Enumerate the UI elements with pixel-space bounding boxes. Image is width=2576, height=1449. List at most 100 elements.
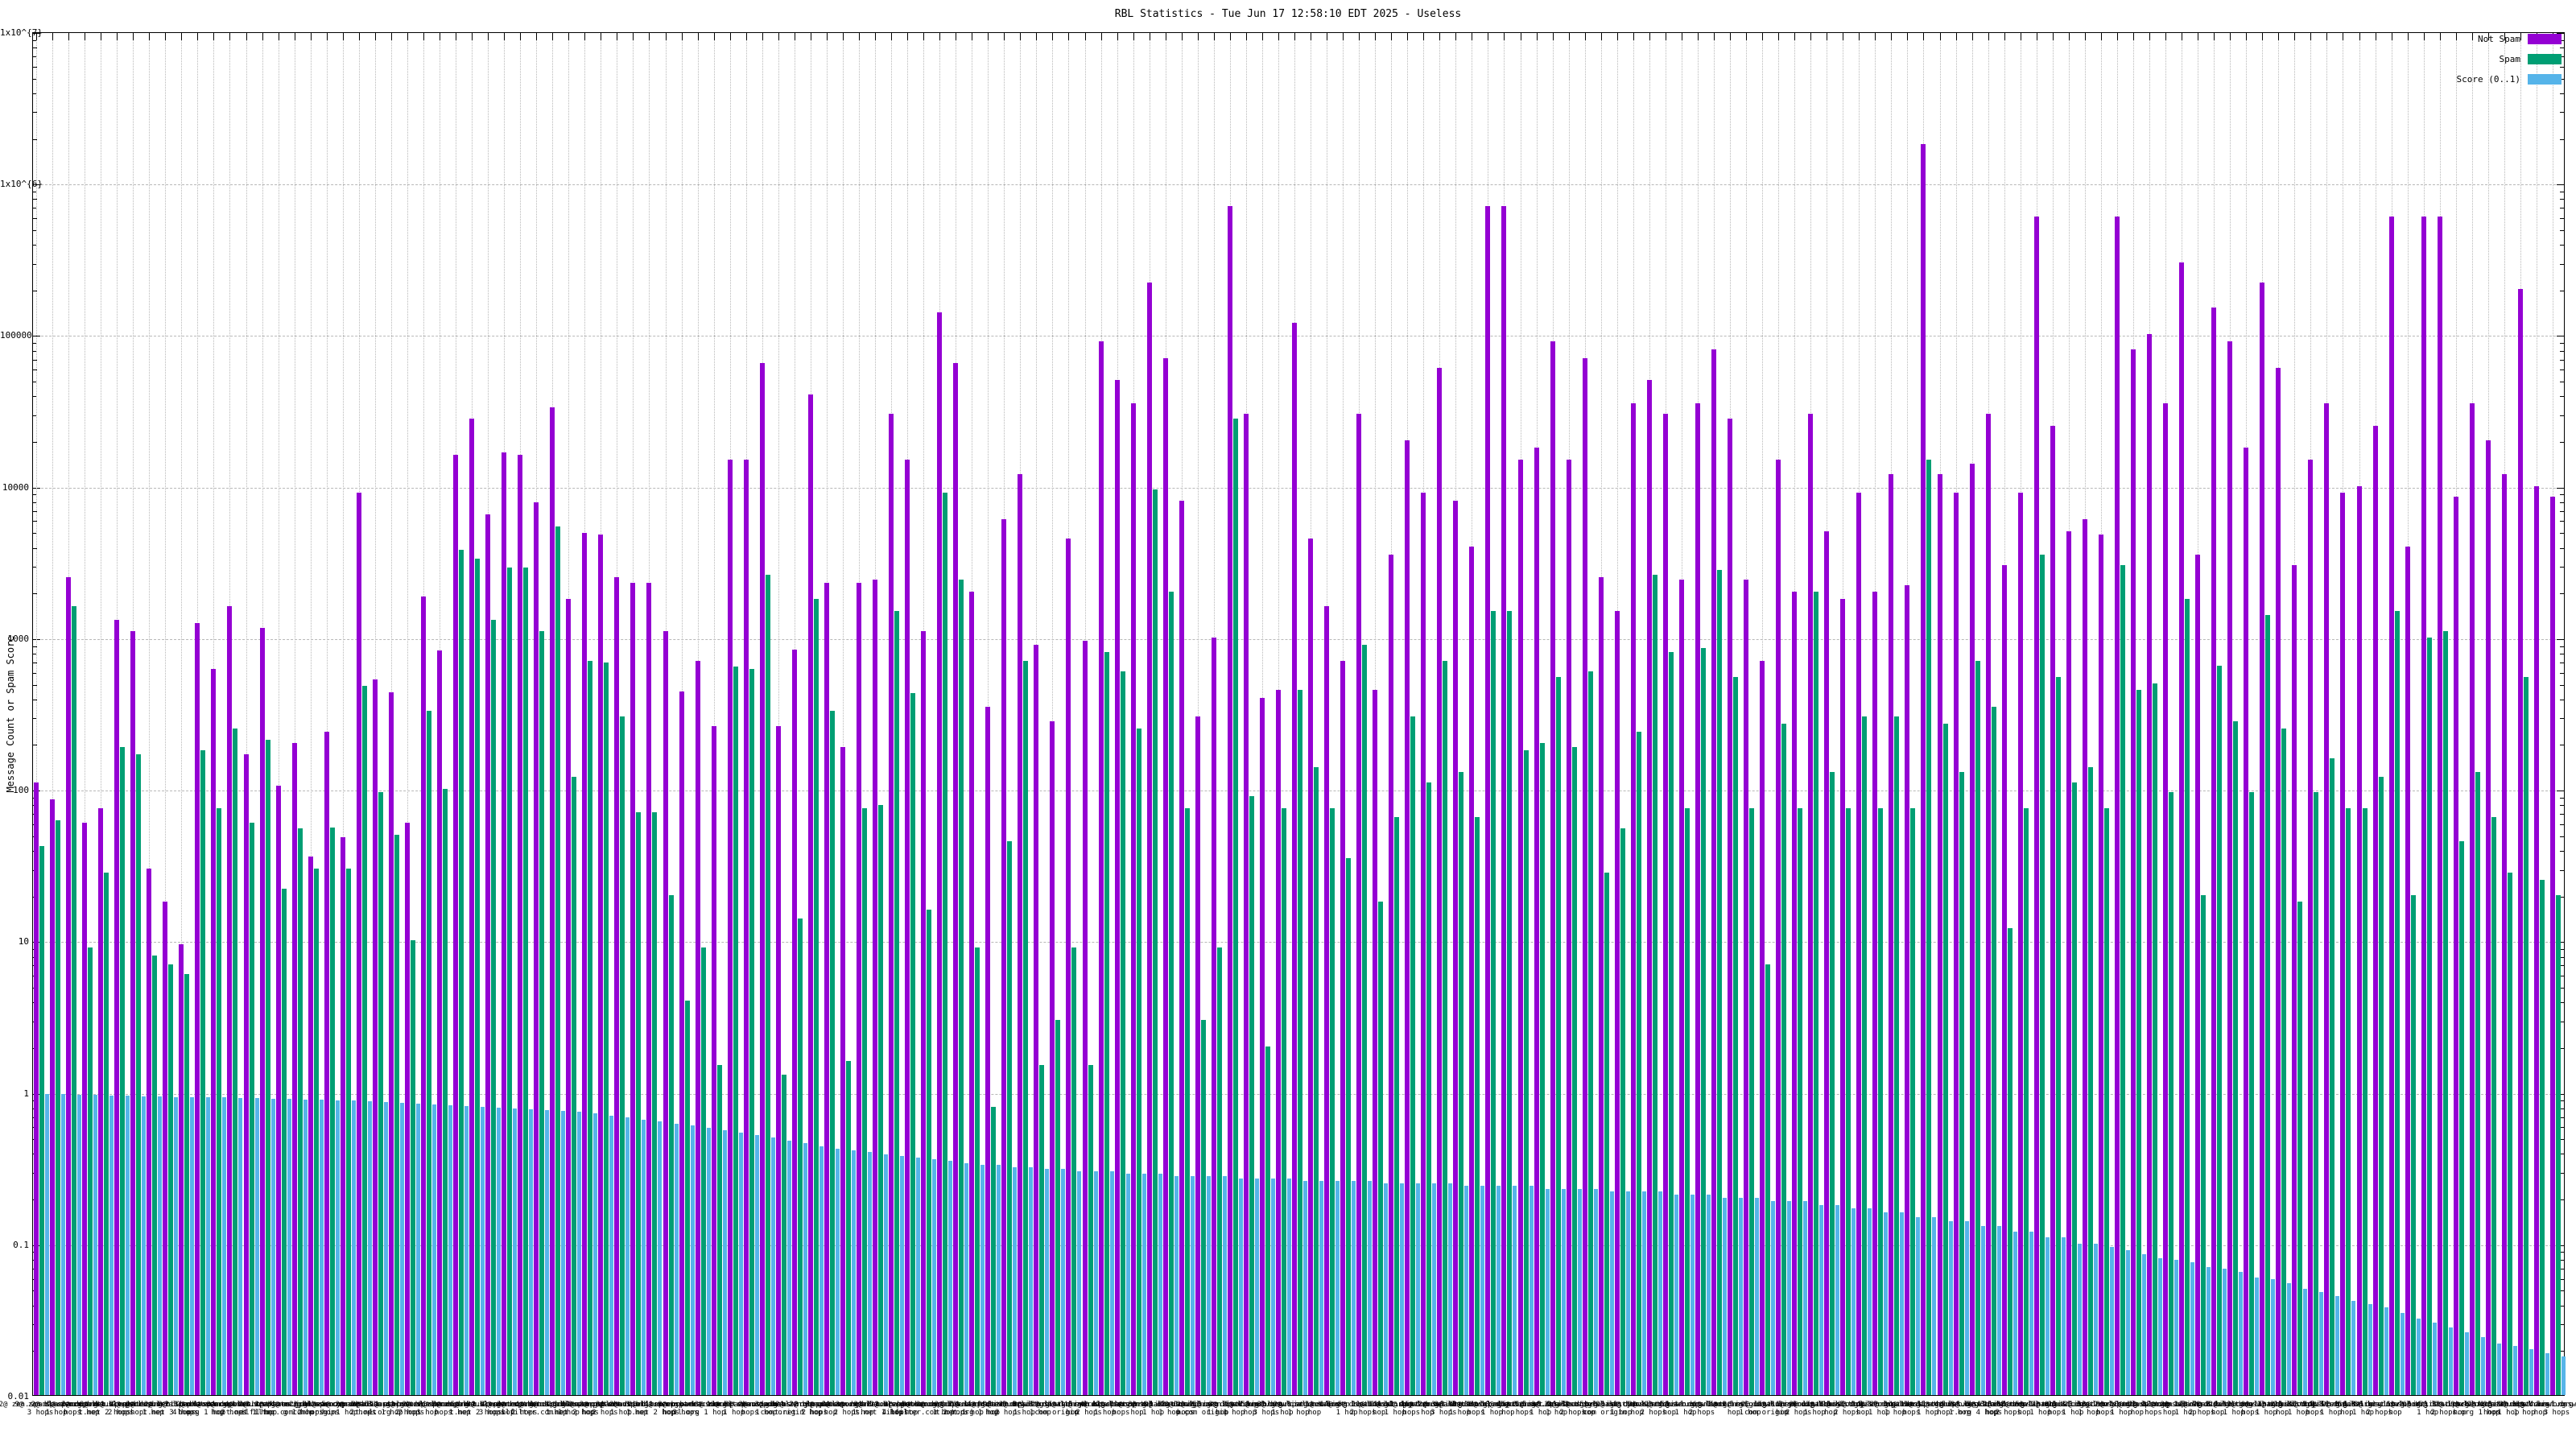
bar-spam: [781, 1075, 786, 1395]
bar-not-spam: [905, 459, 910, 1395]
x2-tick: [1084, 33, 1086, 40]
bar-score: [674, 1123, 679, 1395]
bar-not-spam: [1114, 380, 1120, 1395]
bar-not-spam: [2549, 496, 2555, 1395]
y-minor-tick: [2560, 369, 2564, 371]
bar-score: [109, 1095, 114, 1395]
bar-score: [270, 1099, 275, 1395]
bar-score: [545, 1110, 550, 1395]
x2-tick: [2439, 33, 2441, 40]
bar-score: [561, 1111, 566, 1395]
bar-score: [997, 1165, 1001, 1395]
bar-score: [1416, 1183, 1421, 1395]
bar-score: [1352, 1180, 1356, 1395]
bar-score: [2255, 1277, 2260, 1395]
y-minor-tick: [2560, 672, 2564, 674]
y-minor-tick: [2560, 199, 2564, 200]
x2-tick: [568, 33, 570, 40]
bar-score: [222, 1097, 227, 1395]
bar-not-spam: [1211, 637, 1216, 1395]
bar-spam: [1410, 716, 1416, 1395]
bar-not-spam: [1711, 349, 1716, 1395]
x2-tick: [117, 33, 118, 40]
bar-spam: [459, 549, 464, 1395]
bar-score: [1109, 1170, 1114, 1395]
bar-not-spam: [2372, 425, 2378, 1395]
bar-not-spam: [1582, 357, 1587, 1395]
bar-score: [2093, 1243, 2098, 1395]
bar-score: [351, 1100, 356, 1395]
x2-tick: [390, 33, 392, 40]
bar-spam: [2201, 894, 2207, 1395]
bar-not-spam: [179, 943, 184, 1395]
bar-score: [2335, 1296, 2340, 1395]
bar-spam: [1798, 807, 1803, 1395]
bar-score: [916, 1157, 921, 1395]
bar-spam: [1781, 723, 1787, 1395]
x2-tick: [939, 33, 941, 40]
bar-spam: [1362, 644, 1368, 1395]
x2-tick: [1359, 33, 1360, 40]
bar-spam: [217, 807, 222, 1395]
bar-spam: [1991, 706, 1996, 1395]
x2-tick: [1713, 33, 1715, 40]
bar-score: [1657, 1191, 1662, 1395]
x2-tick: [1020, 33, 1022, 40]
bar-spam: [329, 827, 335, 1395]
y-minor-tick: [2560, 359, 2564, 361]
bar-score: [481, 1106, 485, 1395]
bar-not-spam: [2517, 288, 2523, 1395]
bar-spam: [1604, 873, 1609, 1395]
bar-not-spam: [534, 502, 539, 1395]
legend-row: Not Spam: [2478, 34, 2562, 44]
y-minor-tick: [2560, 684, 2564, 686]
bar-not-spam: [1001, 519, 1007, 1395]
x2-tick: [665, 33, 667, 40]
x2-tick: [1375, 33, 1377, 40]
bar-spam: [1814, 592, 1819, 1395]
bar-spam: [491, 620, 497, 1395]
x2-tick: [423, 33, 424, 40]
legend-swatch-not-spam: [2528, 34, 2562, 44]
bar-spam: [2475, 771, 2480, 1395]
y-minor-tick: [2560, 343, 2564, 345]
bar-spam: [1571, 746, 1577, 1395]
x2-tick: [536, 33, 538, 40]
bar-spam: [1136, 729, 1141, 1395]
bar-spam: [2426, 637, 2432, 1395]
x2-tick: [762, 33, 763, 40]
x2-tick: [907, 33, 909, 40]
bar-not-spam: [34, 782, 39, 1395]
bar-score: [1739, 1198, 1744, 1395]
bar-spam: [2153, 683, 2158, 1395]
bar-spam: [1394, 817, 1400, 1395]
bar-score: [1270, 1178, 1275, 1395]
bar-score: [319, 1100, 324, 1395]
bar-not-spam: [630, 582, 636, 1395]
bar-spam: [88, 947, 93, 1395]
bar-score: [464, 1105, 469, 1395]
bar-not-spam: [2533, 485, 2539, 1395]
x2-tick: [342, 33, 344, 40]
bar-score: [1286, 1178, 1291, 1395]
x2-tick: [2084, 33, 2086, 40]
bar-spam: [2136, 690, 2141, 1395]
x2-tick: [181, 33, 183, 40]
bar-spam: [991, 1106, 997, 1395]
bar-not-spam: [2179, 262, 2185, 1395]
bar-spam: [959, 580, 964, 1395]
x2-tick: [2149, 33, 2151, 40]
x2-tick: [2068, 33, 2070, 40]
bar-spam: [1555, 676, 1561, 1395]
bar-not-spam: [2421, 216, 2426, 1395]
bar-spam: [797, 918, 803, 1395]
bar-score: [932, 1159, 937, 1395]
bar-score: [2271, 1279, 2276, 1395]
x2-tick: [52, 33, 54, 40]
bar-score: [803, 1143, 807, 1395]
bar-not-spam: [2017, 493, 2023, 1395]
plot-area: [32, 32, 2566, 1396]
bar-not-spam: [1292, 322, 1297, 1395]
x2-tick: [1133, 33, 1134, 40]
bar-spam: [604, 663, 609, 1395]
